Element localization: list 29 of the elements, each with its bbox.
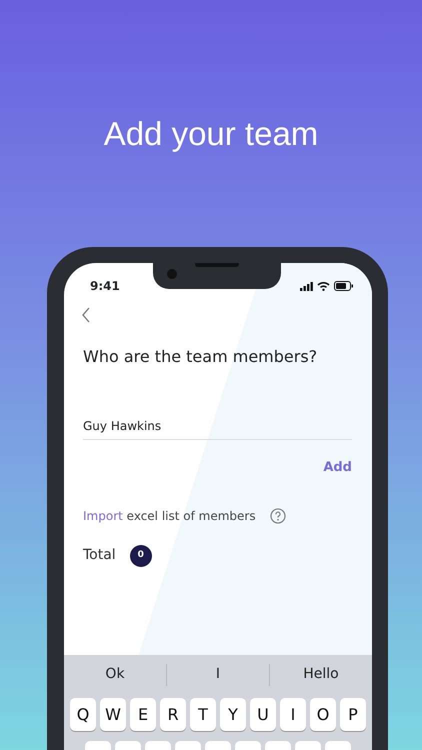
camera-icon (167, 269, 177, 279)
keyboard-key[interactable]: P (340, 698, 366, 731)
help-icon[interactable] (270, 508, 286, 524)
keyboard-key[interactable]: E (130, 698, 156, 731)
keyboard-key[interactable]: R (160, 698, 186, 731)
keyboard-key[interactable]: I (280, 698, 306, 731)
signal-icon (300, 282, 313, 290)
keyboard-key[interactable]: T (190, 698, 216, 731)
import-text: Import excel list of members (83, 508, 256, 524)
keyboard-key[interactable]: U (250, 698, 276, 731)
status-time: 9:41 (90, 278, 120, 295)
question-title: Who are the team members? (83, 346, 318, 368)
suggestion-item[interactable]: I (167, 664, 269, 685)
keyboard-key[interactable]: Q (70, 698, 96, 731)
import-link[interactable]: Import (83, 508, 123, 522)
battery-icon (334, 281, 354, 291)
name-field[interactable]: Guy Hawkins (83, 417, 352, 440)
headline: Add your team (102, 114, 320, 154)
keyboard-key[interactable]: O (310, 698, 336, 731)
keyboard-key[interactable]: W (100, 698, 126, 731)
add-button[interactable]: Add (323, 458, 352, 478)
suggestion-item[interactable]: Ok (64, 664, 166, 685)
count-badge: 0 (130, 544, 152, 566)
keyboard-key[interactable]: Y (220, 698, 246, 731)
back-icon[interactable] (81, 307, 91, 323)
wifi-icon (317, 281, 330, 291)
total-label: Total (83, 546, 116, 565)
speaker-grille (195, 263, 239, 267)
suggestion-item[interactable]: Hello (270, 664, 372, 685)
